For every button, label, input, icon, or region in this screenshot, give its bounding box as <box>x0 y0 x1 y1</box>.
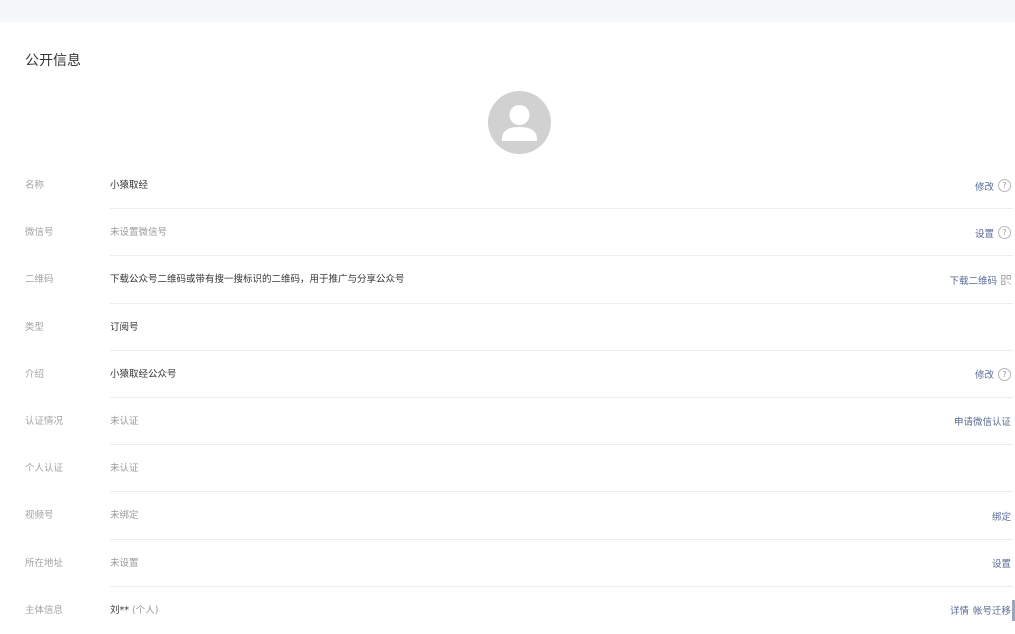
section-title: 公开信息 <box>25 53 81 69</box>
qr-code-icon[interactable] <box>1001 274 1011 285</box>
row-value: 未认证 <box>110 415 139 427</box>
row-entity-info: 主体信息 刘** (个人) 详情 帐号迁移 <box>0 587 1015 634</box>
row-label: 类型 <box>25 321 45 333</box>
row-value: 订阅号 <box>110 321 139 333</box>
help-icon[interactable]: ? <box>998 179 1011 192</box>
row-label: 认证情况 <box>25 415 64 427</box>
row-actions: 绑定 <box>992 492 1011 539</box>
account-migration-link[interactable]: 帐号迁移 <box>973 603 1011 617</box>
row-actions: 设置 <box>992 540 1011 587</box>
row-address: 所在地址 未设置 设置 <box>0 540 1015 587</box>
row-actions: 申请微信认证 <box>954 398 1011 445</box>
row-channels: 视频号 未绑定 绑定 <box>0 492 1015 540</box>
row-label: 所在地址 <box>25 557 64 569</box>
entity-name: 刘** <box>110 604 130 616</box>
row-label: 二维码 <box>25 274 54 286</box>
set-wechat-id-link[interactable]: 设置 <box>975 226 994 240</box>
row-value: 未绑定 <box>110 510 139 522</box>
row-wechat-id: 微信号 未设置微信号 设置 ? <box>0 209 1015 257</box>
row-actions: 修改 ? <box>975 351 1011 398</box>
bind-channels-link[interactable]: 绑定 <box>992 509 1011 523</box>
row-value: 未认证 <box>110 463 139 475</box>
row-label: 个人认证 <box>25 463 64 475</box>
info-list: 名称 小猿取经 修改 ? 微信号 未设置微信号 设置 ? 二维码 下载公众号二维… <box>0 162 1015 634</box>
row-verification: 认证情况 未认证 申请微信认证 <box>0 398 1015 446</box>
row-name: 名称 小猿取经 修改 ? <box>0 162 1015 210</box>
top-bar <box>0 0 1015 22</box>
row-value: 小猿取经公众号 <box>110 368 177 380</box>
edit-name-link[interactable]: 修改 <box>975 179 994 193</box>
row-label: 名称 <box>25 180 45 191</box>
edit-intro-link[interactable]: 修改 <box>975 367 994 381</box>
row-value: 未设置微信号 <box>110 227 168 239</box>
entity-type: (个人) <box>132 604 159 616</box>
row-value: 未设置 <box>110 557 139 569</box>
row-label: 介绍 <box>25 368 45 380</box>
row-value: 小猿取经 <box>110 180 149 191</box>
row-label: 主体信息 <box>25 604 64 616</box>
avatar[interactable] <box>488 91 551 154</box>
row-label: 微信号 <box>25 227 54 239</box>
row-actions: 下载二维码 <box>949 256 1011 303</box>
row-personal-verification: 个人认证 未认证 <box>0 445 1015 493</box>
row-actions: 设置 ? <box>975 209 1011 256</box>
row-actions: 详情 帐号迁移 <box>950 587 1011 634</box>
row-value: 下载公众号二维码或带有搜一搜标识的二维码，用于推广与分享公众号 <box>110 274 405 286</box>
row-intro: 介绍 小猿取经公众号 修改 ? <box>0 351 1015 398</box>
help-icon[interactable]: ? <box>998 226 1011 240</box>
details-link[interactable]: 详情 <box>950 603 969 617</box>
help-icon[interactable]: ? <box>998 367 1011 381</box>
row-label: 视频号 <box>25 510 54 522</box>
apply-verification-link[interactable]: 申请微信认证 <box>954 414 1011 428</box>
row-value: 刘** (个人) <box>110 587 158 634</box>
row-actions: 修改 ? <box>975 162 1011 209</box>
row-qr-code: 二维码 下载公众号二维码或带有搜一搜标识的二维码，用于推广与分享公众号 下载二维… <box>0 256 1015 304</box>
set-address-link[interactable]: 设置 <box>992 556 1011 570</box>
row-type: 类型 订阅号 <box>0 304 1015 351</box>
user-silhouette-icon <box>502 105 537 141</box>
download-qr-link[interactable]: 下载二维码 <box>949 273 997 287</box>
